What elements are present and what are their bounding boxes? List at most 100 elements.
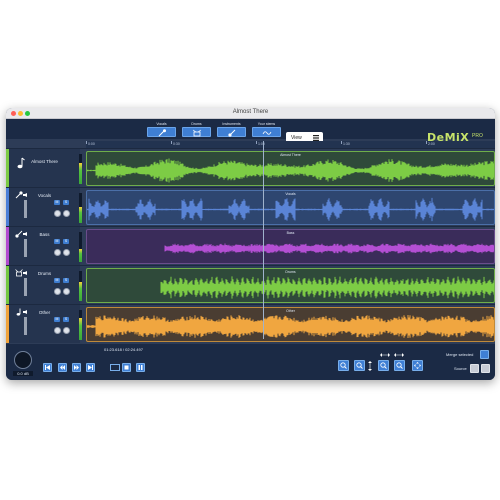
waveform <box>164 243 494 254</box>
rewind-button[interactable] <box>58 363 67 372</box>
track-name: Almost There <box>31 159 58 164</box>
lane-label: Bass <box>286 231 295 235</box>
lane-label: Drums <box>285 270 296 274</box>
ruler-tick <box>171 141 172 144</box>
mute-button[interactable]: M <box>54 239 60 244</box>
vocals-source-label: Vocals <box>156 122 167 126</box>
drums-source-label: Drums <box>191 122 202 126</box>
track-fader[interactable] <box>24 278 27 296</box>
track-fader[interactable] <box>24 317 27 335</box>
zoom-in-vertical-button[interactable] <box>338 360 349 371</box>
level-meter <box>79 310 82 340</box>
stop-button[interactable] <box>122 363 131 372</box>
merge-selected-label: Merge selected <box>446 352 474 357</box>
drums-source-button[interactable]: Drums <box>181 122 212 137</box>
source-label: Source <box>454 366 467 371</box>
track-bass[interactable]: Bass M S Bass <box>6 226 495 265</box>
volume-knob[interactable] <box>54 288 61 295</box>
loop-toggle[interactable] <box>110 364 120 371</box>
skip-forward-icon <box>88 365 93 370</box>
waveform <box>87 315 494 338</box>
zoom-in-icon <box>340 362 347 369</box>
solo-button[interactable]: S <box>63 200 69 205</box>
waveform <box>160 276 494 299</box>
zoom-out-vertical-button[interactable] <box>354 360 365 371</box>
zoom-in-icon <box>380 362 387 369</box>
volume-knob[interactable] <box>54 210 61 217</box>
demix-logo-sub: PRO <box>472 133 483 139</box>
ruler-tick-label: 1:30 <box>343 142 350 146</box>
level-meter <box>79 271 82 301</box>
ruler-tick-label: 0:30 <box>173 142 180 146</box>
volume-knob[interactable] <box>54 249 61 256</box>
waveform-lane[interactable]: Bass <box>86 229 495 264</box>
ruler-tick-label: 0:00 <box>88 142 95 146</box>
your-stems-source-button[interactable]: Your stems <box>251 122 282 137</box>
solo-button[interactable]: S <box>63 239 69 244</box>
track-other[interactable]: Other M S Other <box>6 304 495 343</box>
waveform <box>87 158 494 183</box>
microphone-icon <box>158 129 166 137</box>
source-toolbar: Vocals Drums Instruments Your stems View <box>6 119 495 145</box>
track-name: Bass <box>39 232 50 237</box>
volume-knob[interactable] <box>54 327 61 334</box>
track-name: Drums <box>37 271 52 276</box>
level-meter <box>79 154 82 184</box>
your-stems-source-label: Your stems <box>257 122 276 126</box>
pan-knob[interactable] <box>63 327 70 334</box>
merge-selected-button[interactable] <box>480 350 489 359</box>
master-gain-knob[interactable] <box>14 351 32 369</box>
source-list-button[interactable] <box>481 364 490 373</box>
waveform-lane[interactable]: Vocals <box>86 190 495 225</box>
lane-label: Almost There <box>280 153 301 157</box>
pause-icon <box>138 365 143 370</box>
vocals-source-button[interactable]: Vocals <box>146 122 177 137</box>
track-vocals[interactable]: Vocals M S Vocals <box>6 187 495 226</box>
time-display: 01:23.618 / 02:24.497 <box>104 347 143 352</box>
pan-knob[interactable] <box>63 210 70 217</box>
horizontal-arrows-icon <box>380 353 404 357</box>
timeline-ruler[interactable]: 0:00 0:30 1:00 1:30 2:00 <box>86 141 495 148</box>
zoom-in-horizontal-button[interactable] <box>378 360 389 371</box>
fast-forward-icon <box>74 365 79 370</box>
mute-button[interactable]: M <box>54 317 60 322</box>
drums-icon <box>192 129 202 137</box>
window-title: Almost There <box>232 109 269 115</box>
mute-button[interactable]: M <box>54 200 60 205</box>
go-to-start-button[interactable] <box>43 363 52 372</box>
playhead[interactable] <box>263 141 264 339</box>
go-to-end-button[interactable] <box>86 363 95 372</box>
waveform <box>87 197 494 222</box>
track-drums[interactable]: Drums M S Drums <box>6 265 495 304</box>
fast-forward-button[interactable] <box>72 363 81 372</box>
ruler-tick <box>426 141 427 144</box>
zoom-out-icon <box>396 362 403 369</box>
solo-button[interactable]: S <box>63 317 69 322</box>
waveform-lane[interactable]: Almost There <box>86 151 495 186</box>
guitar-icon <box>228 129 236 137</box>
transport-bar: 0.0 dB 01:23.618 / 02:24.497 Merge selec… <box>6 344 495 380</box>
track-fader[interactable] <box>24 239 27 257</box>
fit-to-window-button[interactable] <box>412 360 423 371</box>
solo-button[interactable]: S <box>63 278 69 283</box>
app-window: Almost There Vocals Drums Instruments Yo… <box>6 108 495 380</box>
fit-icon <box>414 362 421 369</box>
ruler-tick <box>341 141 342 144</box>
pause-button[interactable] <box>136 363 145 372</box>
pan-knob[interactable] <box>63 249 70 256</box>
waveform-lane[interactable]: Other <box>86 307 495 342</box>
instruments-source-button[interactable]: Instruments <box>216 122 247 137</box>
zoom-out-horizontal-button[interactable] <box>394 360 405 371</box>
track-mix[interactable]: Almost There Almost There <box>6 148 495 187</box>
level-meter <box>79 232 82 262</box>
ruler-tick <box>86 141 87 144</box>
mute-button[interactable]: M <box>54 278 60 283</box>
waveform-lane[interactable]: Drums <box>86 268 495 303</box>
master-gain-value: 0.0 dB <box>13 371 33 376</box>
track-fader[interactable] <box>24 200 27 218</box>
stems-icon <box>262 131 272 135</box>
skip-back-icon <box>45 365 50 370</box>
pan-knob[interactable] <box>63 288 70 295</box>
lane-label: Other <box>286 309 295 313</box>
source-single-button[interactable] <box>470 364 479 373</box>
